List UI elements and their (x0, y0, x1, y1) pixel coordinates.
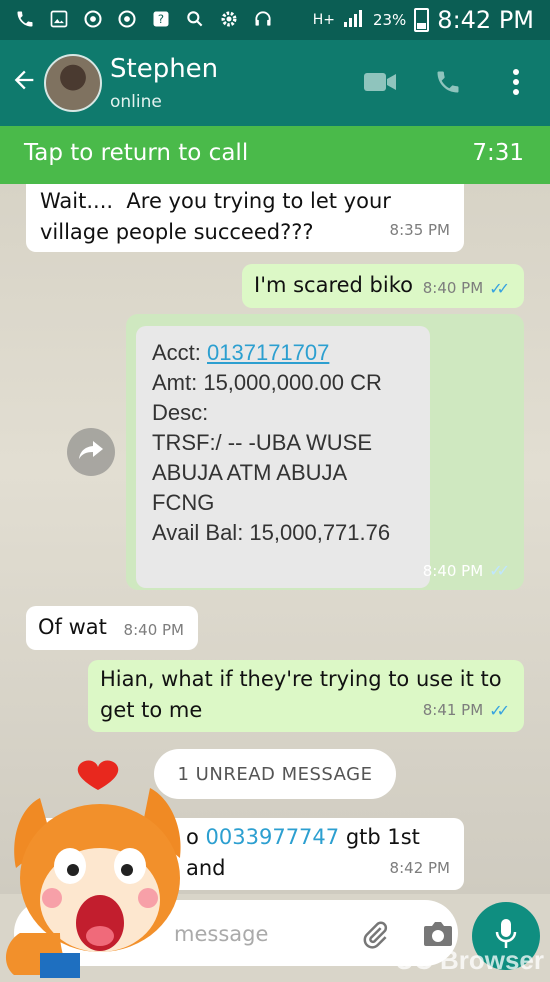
balance-line: Avail Bal: 15,000,771.76 (152, 520, 391, 545)
image-message[interactable]: Acct: 0137171707 Amt: 15,000,000.00 CR D… (126, 314, 524, 590)
search-icon (184, 8, 206, 30)
acct-line: Acct: 0137171707 (152, 338, 414, 368)
arrow-left-icon[interactable] (10, 66, 38, 100)
battery-percent: 23% (372, 11, 407, 29)
message-outgoing[interactable]: Hian, what if they're trying to use it t… (88, 660, 524, 732)
phone-icon (14, 8, 36, 30)
avatar[interactable] (44, 54, 102, 112)
return-to-call-banner[interactable]: Tap to return to call 7:31 (0, 126, 550, 184)
call-banner-label: Tap to return to call (24, 140, 249, 166)
acct-number-link[interactable]: 0137171707 (207, 340, 329, 365)
battery-icon (414, 8, 430, 32)
forward-button[interactable] (67, 428, 115, 476)
read-ticks-icon: ✓✓ (489, 279, 510, 298)
contact-status: online (110, 92, 162, 112)
sms-screenshot[interactable]: Acct: 0137171707 Amt: 15,000,000.00 CR D… (136, 326, 430, 588)
phone-number-link[interactable]: 0033977747 (206, 825, 340, 849)
message-timestamp: 8:42 PM (389, 859, 450, 877)
signal-icon (343, 8, 365, 32)
message-time: 8:40 PM ✓✓ (423, 273, 510, 304)
message-text: I'm scared biko (254, 273, 413, 297)
network-type: H+ (312, 12, 335, 28)
status-bar: ? H+ 23% 8:42 PM (0, 0, 550, 40)
trsf-line-2: ABUJA ATM ABUJA (152, 460, 348, 485)
status-right: H+ 23% 8:42 PM (313, 6, 534, 34)
chrome-icon (82, 8, 104, 30)
gear-icon (218, 8, 240, 30)
message-time: 8:42 PM (390, 853, 450, 884)
uc-browser-mascot (0, 758, 200, 978)
attach-icon[interactable] (360, 920, 390, 950)
help-icon: ? (150, 8, 172, 30)
message-timestamp: 8:40 PM (123, 621, 184, 639)
call-timer: 7:31 (472, 140, 524, 166)
svg-text:?: ? (158, 12, 164, 26)
contact-name[interactable]: Stephen (110, 54, 218, 84)
phone-icon[interactable] (432, 66, 464, 98)
video-call-icon[interactable] (364, 66, 396, 98)
clock: 8:42 PM (437, 6, 534, 34)
chrome-icon (116, 8, 138, 30)
forward-icon (78, 439, 104, 465)
message-timestamp: 8:35 PM (389, 221, 450, 239)
message-text: Of wat (38, 615, 107, 639)
message-time: 8:35 PM (390, 215, 450, 246)
trsf-line-1: TRSF:/ -- -UBA WUSE (152, 430, 372, 455)
more-vert-icon[interactable] (500, 66, 532, 98)
read-ticks-icon: ✓✓ (489, 701, 510, 720)
trsf-line-3: FCNG (152, 490, 215, 515)
header-actions (364, 66, 532, 98)
message-outgoing[interactable]: I'm scared biko 8:40 PM ✓✓ (242, 264, 524, 308)
image-icon (48, 8, 70, 30)
message-time: 8:40 PM ✓✓ (423, 561, 510, 580)
amount-line: Amt: 15,000,000.00 CR (152, 370, 382, 395)
uc-browser-watermark: UC Browser (395, 945, 544, 975)
headset-icon (252, 8, 274, 30)
notification-icons: ? (14, 8, 274, 30)
read-ticks-icon: ✓✓ (489, 561, 510, 580)
message-timestamp: 8:40 PM (422, 561, 484, 580)
message-time: 8:41 PM ✓✓ (423, 695, 510, 726)
message-time: 8:40 PM (124, 615, 184, 646)
chat-header: Stephen online (0, 40, 550, 126)
message-timestamp: 8:41 PM (422, 701, 484, 719)
message-incoming[interactable]: Wait.... Are you trying to let your vill… (26, 184, 464, 252)
acct-label: Acct: (152, 340, 208, 365)
message-incoming[interactable]: Of wat 8:40 PM (26, 606, 198, 650)
desc-line: Desc: (152, 400, 209, 425)
message-text: Wait.... Are you trying to let your vill… (40, 189, 391, 244)
message-timestamp: 8:40 PM (422, 279, 484, 297)
